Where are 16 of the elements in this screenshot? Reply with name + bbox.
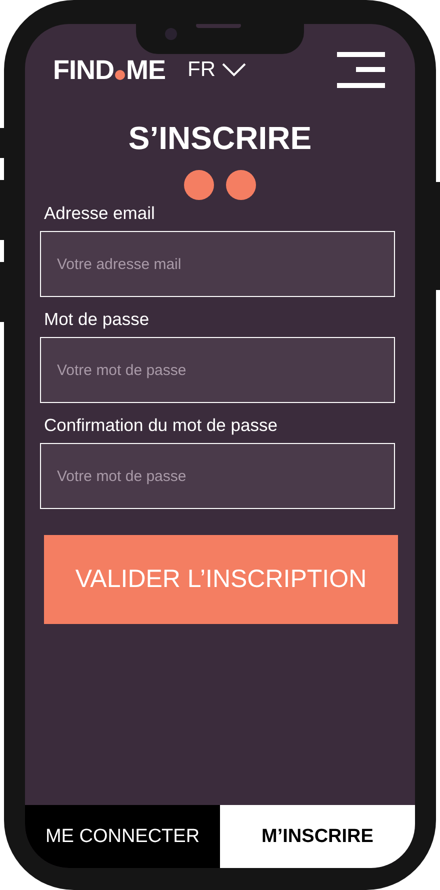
field-label: Mot de passe: [43, 309, 150, 330]
logo-text: FIND: [53, 54, 114, 86]
input-field[interactable]: Votre mot de passe: [40, 443, 395, 509]
tab[interactable]: ME CONNECTER: [25, 805, 220, 868]
step-dots-icon: [184, 169, 256, 201]
field-label: Adresse email: [43, 203, 156, 224]
input-field[interactable]: Votre mot de passe: [40, 337, 395, 403]
input-field[interactable]: Votre adresse mail: [40, 231, 395, 297]
dot-icon: [115, 70, 125, 80]
chevron-down-icon: [222, 63, 246, 77]
page-title: S’INSCRIRE: [128, 120, 312, 157]
field-label: Confirmation du mot de passe: [43, 415, 278, 436]
language-selector[interactable]: FR: [188, 58, 246, 82]
tab[interactable]: M’INSCRIRE: [220, 805, 415, 868]
logo-text: ME: [126, 54, 166, 86]
menu-icon[interactable]: [337, 52, 385, 88]
